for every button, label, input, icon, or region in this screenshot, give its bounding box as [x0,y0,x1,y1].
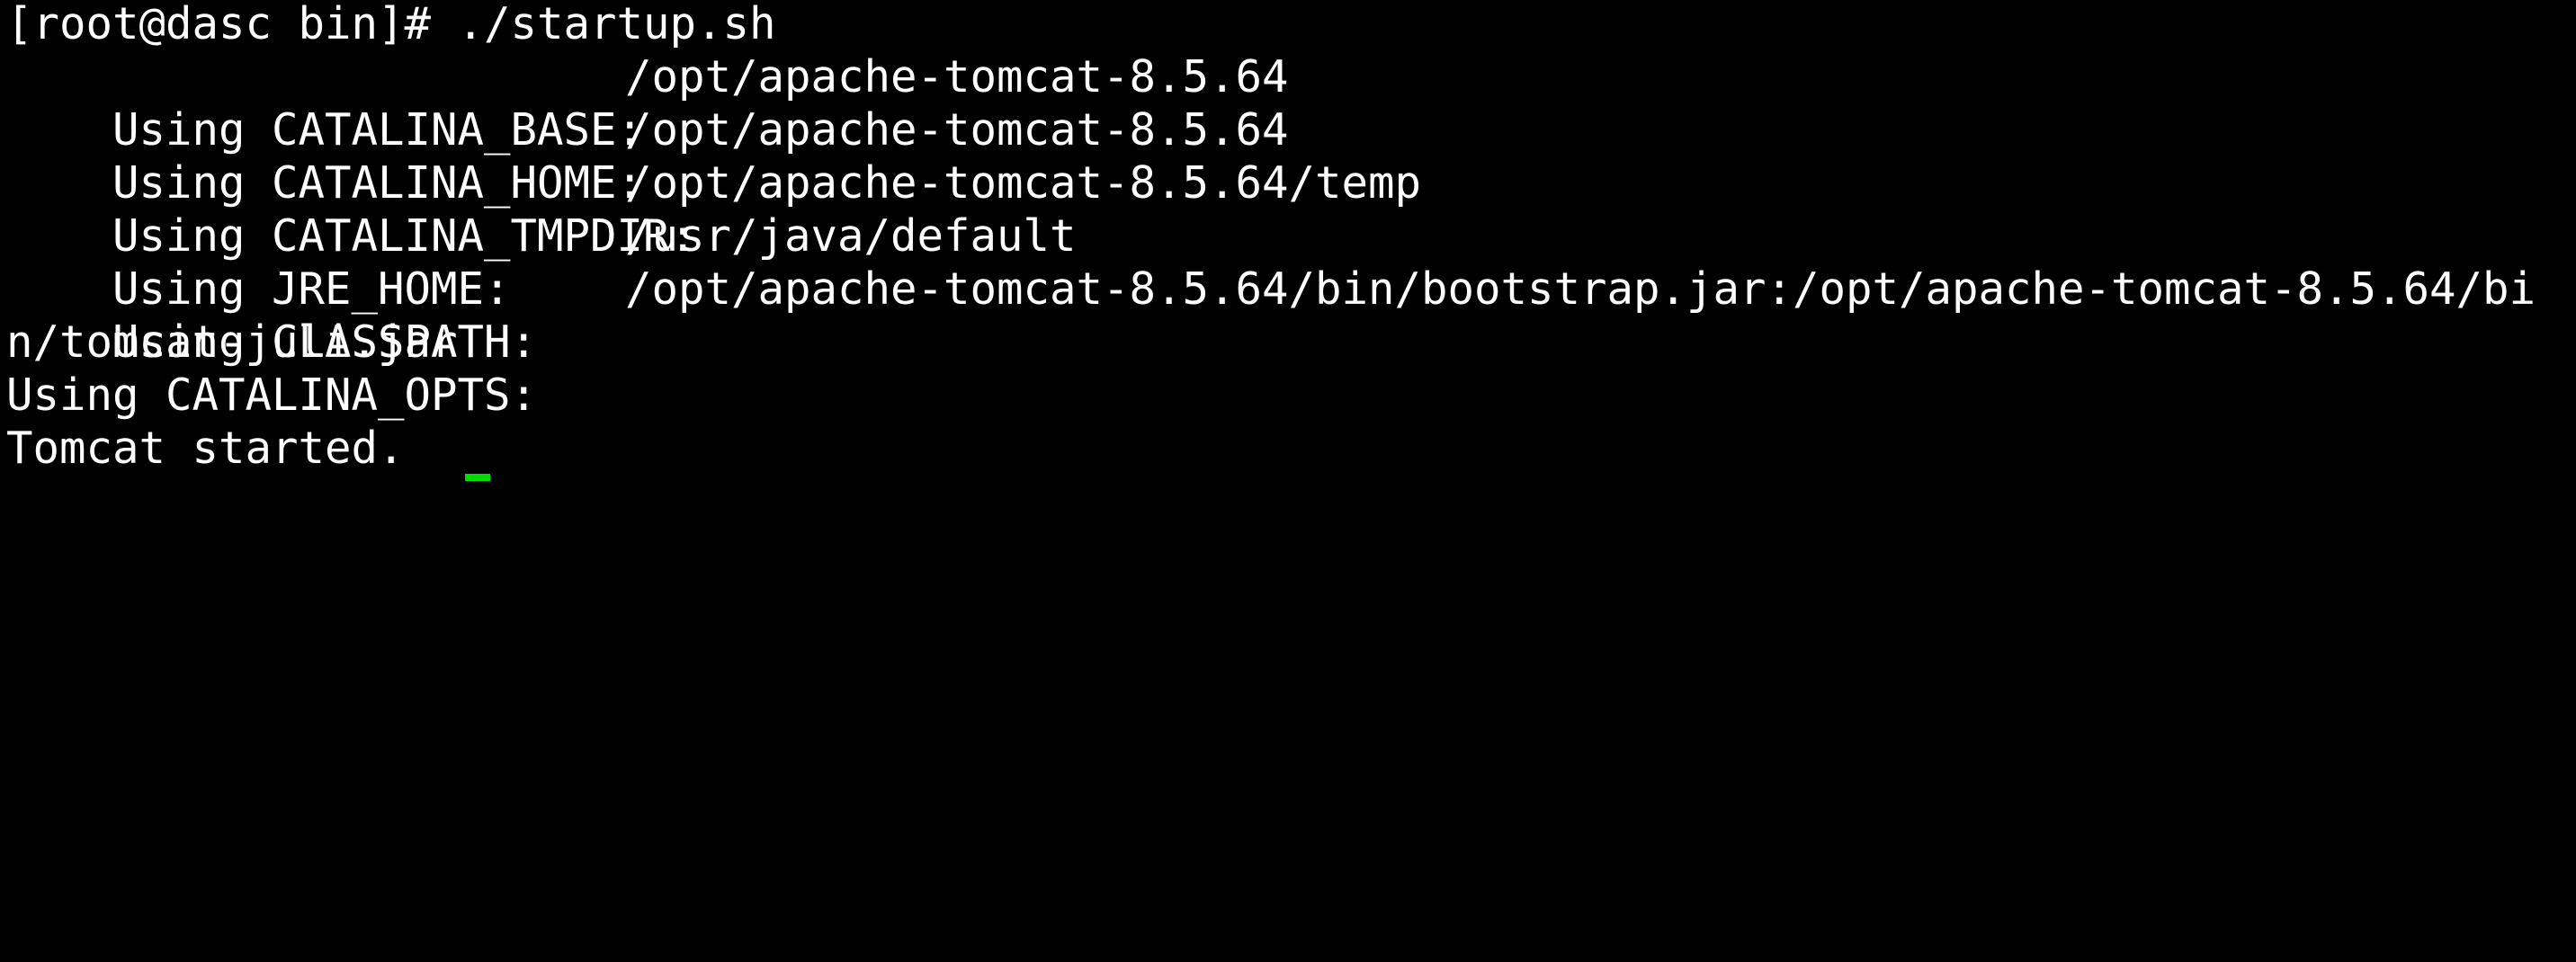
env-value: /usr/java/default [625,210,1077,262]
catalina-opts-line: Using CATALINA_OPTS: [6,370,538,421]
terminal-window[interactable]: [root@dasc bin]# ./startup.sh Using CATA… [0,0,2576,481]
terminal-cursor [465,474,490,481]
env-line-catalina-home: Using CATALINA_HOME: /opt/apache-tomcat-… [6,103,1289,209]
env-value: /opt/apache-tomcat-8.5.64/temp [625,157,1422,209]
command-prompt-line: [root@dasc bin]# ./startup.sh [6,0,776,49]
env-line-catalina-tmpdir: Using CATALINA_TMPDIR: /opt/apache-tomca… [6,156,1421,262]
env-value: /opt/apache-tomcat-8.5.64 [625,51,1289,102]
env-line-jre-home: Using JRE_HOME: /usr/java/default [6,209,1077,315]
env-value: /opt/apache-tomcat-8.5.64/bin/bootstrap.… [625,263,2536,315]
env-line-classpath: Using CLASSPATH: /opt/apache-tomcat-8.5.… [6,263,2536,368]
env-line-catalina-base: Using CATALINA_BASE: /opt/apache-tomcat-… [6,50,1289,156]
env-value: /opt/apache-tomcat-8.5.64 [625,104,1289,156]
classpath-wrapped-line: n/tomcat-juli.jar [6,316,458,368]
status-line: Tomcat started. [6,423,405,474]
